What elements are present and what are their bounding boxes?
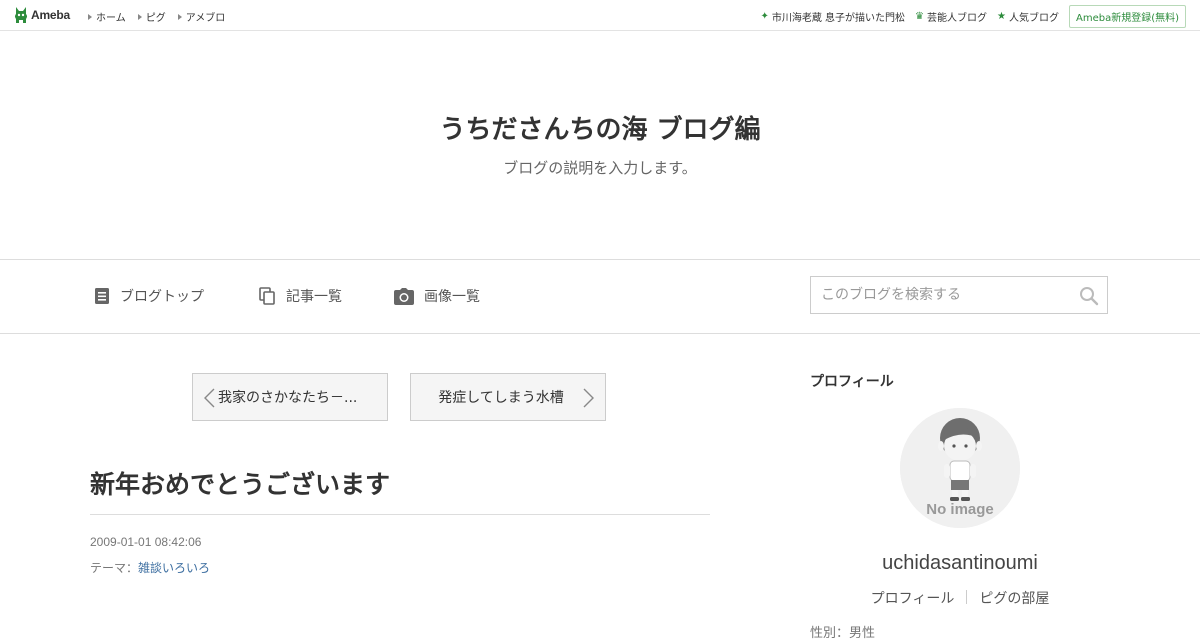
avatar-placeholder-text: No image bbox=[926, 501, 994, 518]
global-nav: ホーム ピグ アメブロ bbox=[88, 9, 225, 24]
entry-date: 2009-01-01 08:42:06 bbox=[90, 535, 202, 549]
nav-home-label: ホーム bbox=[96, 13, 126, 24]
chevron-right-icon bbox=[583, 388, 594, 408]
document-icon bbox=[95, 288, 109, 304]
blog-nav: ブログトップ 記事一覧 画像一覧 bbox=[0, 259, 1200, 334]
entry-theme-label: テーマ： bbox=[90, 561, 139, 575]
celeb-blog-link[interactable]: ♛ 芸能人ブログ bbox=[915, 9, 987, 24]
prev-entry-button[interactable]: 我家のさかなたち－... bbox=[192, 373, 388, 421]
crown-icon: ♛ bbox=[915, 11, 925, 22]
triangle-right-icon bbox=[137, 13, 142, 20]
blog-description: ブログの説明を入力します。 bbox=[503, 159, 697, 177]
pigg-room-link[interactable]: ピグの部屋 bbox=[967, 588, 1061, 608]
camera-icon bbox=[394, 287, 414, 305]
blog-top-label: ブログトップ bbox=[120, 289, 204, 305]
global-links: ✦ 市川海老蔵 息子が描いた門松 ♛ 芸能人ブログ ★ 人気ブログ Ameba新規登録… bbox=[760, 5, 1186, 28]
search-input[interactable] bbox=[811, 277, 1081, 313]
images-label: 画像一覧 bbox=[424, 289, 480, 305]
blog-top-link[interactable]: ブログトップ bbox=[94, 286, 204, 306]
triangle-right-icon bbox=[177, 13, 182, 20]
articles-link[interactable]: 記事一覧 bbox=[259, 286, 342, 306]
blog-header: うちださんちの海 ブログ編 ブログの説明を入力します。 bbox=[0, 31, 1200, 259]
celeb-blog-label: 芸能人ブログ bbox=[927, 13, 988, 24]
nav-ameblo-label: アメブロ bbox=[185, 13, 226, 24]
profile-link[interactable]: プロフィール bbox=[859, 588, 967, 608]
featured-label: 市川海老蔵 息子が描いた門松 bbox=[771, 13, 906, 24]
avatar[interactable]: No image bbox=[900, 408, 1020, 528]
prev-entry-label: 我家のさかなたち－... bbox=[218, 390, 358, 406]
articles-label: 記事一覧 bbox=[286, 289, 342, 305]
ameba-logo-text: Ameba bbox=[31, 8, 71, 22]
entry-divider bbox=[90, 514, 710, 515]
sparkle-icon: ✦ bbox=[760, 11, 769, 22]
signup-button[interactable]: Ameba新規登録(無料) bbox=[1068, 5, 1186, 28]
star-icon: ★ bbox=[997, 11, 1006, 22]
next-entry-label: 発症してしまう水槽 bbox=[438, 390, 564, 406]
blog-title[interactable]: うちださんちの海 ブログ編 bbox=[0, 109, 1200, 146]
blog-search bbox=[810, 276, 1108, 314]
nav-pigg-link[interactable]: ピグ bbox=[137, 9, 166, 24]
nav-pigg-label: ピグ bbox=[145, 13, 166, 24]
ameba-logo[interactable]: Ameba bbox=[14, 6, 70, 24]
popular-blog-link[interactable]: ★ 人気ブログ bbox=[997, 9, 1059, 24]
popular-blog-label: 人気ブログ bbox=[1008, 13, 1059, 24]
entry-theme-link[interactable]: 雑談いろいろ bbox=[138, 561, 210, 575]
ameba-logo-icon bbox=[15, 7, 27, 23]
profile-username[interactable]: uchidasantinoumi bbox=[810, 552, 1110, 575]
search-icon[interactable] bbox=[1079, 286, 1099, 306]
global-header: Ameba ホーム ピグ アメブロ ✦ 市川海老蔵 息子が描いた門松 ♛ 芸能人ブロ… bbox=[0, 0, 1200, 31]
next-entry-button[interactable]: 発症してしまう水槽 bbox=[410, 373, 606, 421]
profile-links: プロフィール ピグの部屋 bbox=[810, 588, 1110, 608]
nav-home-link[interactable]: ホーム bbox=[88, 9, 126, 24]
avatar-placeholder-icon: No image bbox=[900, 408, 1020, 528]
images-link[interactable]: 画像一覧 bbox=[394, 286, 480, 306]
profile-info-partial: 性別：男性 bbox=[810, 626, 876, 641]
nav-ameblo-link[interactable]: アメブロ bbox=[177, 9, 226, 24]
profile-heading: プロフィール bbox=[810, 374, 894, 390]
triangle-right-icon bbox=[88, 13, 92, 20]
featured-link[interactable]: ✦ 市川海老蔵 息子が描いた門松 bbox=[760, 9, 905, 24]
copy-pages-icon bbox=[259, 287, 275, 305]
entry-theme: テーマ：雑談いろいろ bbox=[90, 559, 210, 576]
entry-title[interactable]: 新年おめでとうございます bbox=[90, 465, 390, 501]
chevron-left-icon bbox=[204, 388, 215, 408]
